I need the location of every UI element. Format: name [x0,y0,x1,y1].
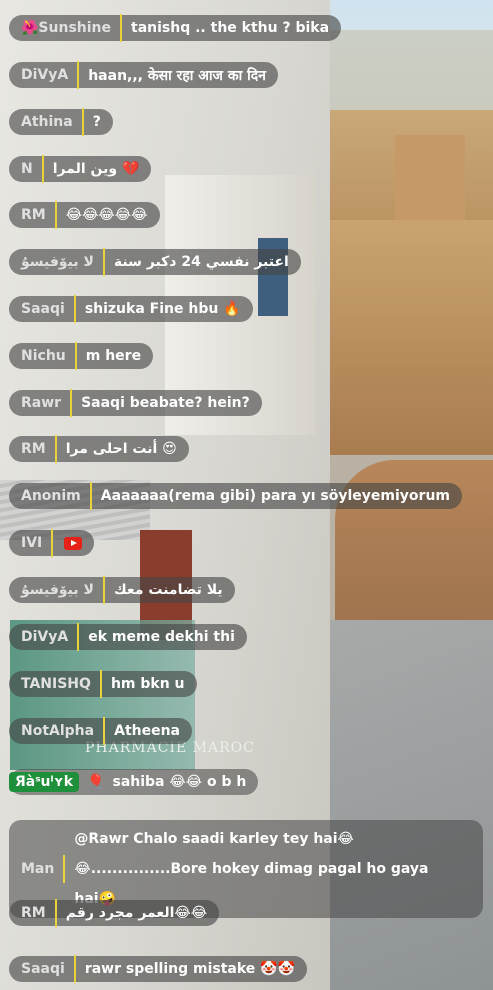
chat-text: sahiba 😂😂 o b h [112,774,247,790]
chat-text: ek meme dekhi thi [88,629,235,645]
separator [120,14,123,42]
chat-message[interactable]: RM 😂😂😂😂😂 [9,201,160,229]
chat-overlay: 🌺Sunshine tanishq .. the kthu ? bika DiV… [0,0,493,990]
chat-username[interactable]: TANISHQ [21,676,100,692]
separator [73,295,76,323]
chat-message[interactable]: DiVyA haan,,, केसा रहा आज का दिन [9,61,278,89]
chat-username[interactable]: ﻻ ﺑﻴﯙﻓﻴﺴﯘ [21,582,103,598]
separator [70,389,73,417]
chat-text: shizuka Fine hbu 🔥 [84,301,241,317]
separator [99,670,102,698]
chat-message[interactable]: ﻻ ﺑﻴﯙﻓﻴﺴﯘ اعتبر نفسي 24 دكبر سنة [9,248,301,276]
chat-username[interactable]: ΙVΙ [21,535,51,551]
separator [77,61,80,89]
chat-username[interactable]: 🌺Sunshine [21,20,120,36]
chat-message[interactable]: Rawr Saaqi beabate? hein? [9,389,262,417]
separator [102,248,105,276]
chat-username[interactable]: Athina [21,114,82,130]
separator [51,529,54,557]
chat-message[interactable]: Nichu m here [9,342,154,370]
chat-username[interactable]: ﻻ ﺑﻴﯙﻓﻴﺴﯘ [21,254,103,270]
chat-username[interactable]: DiVyA [21,629,77,645]
separator [63,855,66,883]
separator [103,717,106,745]
chat-username[interactable]: Яàˢuˡʏk [9,772,80,792]
separator [54,201,57,229]
chat-text: Saaqi beabate? hein? [81,395,250,411]
chat-text: m here [85,348,142,364]
separator [41,155,44,183]
youtube-icon [64,536,83,550]
chat-message[interactable]: TANISHQ hm bkn u [9,670,197,698]
chat-username[interactable]: RM [21,905,55,921]
chat-username[interactable]: Nichu [21,348,75,364]
chat-message[interactable]: N وين المرا 💔 [9,155,152,183]
chat-message[interactable]: Яàˢuˡʏk 🎈 sahiba 😂😂 o b h [9,769,259,795]
chat-username[interactable]: Man [21,861,63,877]
separator [77,623,80,651]
chat-text: 😂😂😂😂😂 [65,207,148,223]
chat-username[interactable]: NotAlpha [21,723,103,739]
chat-text: Atheena [114,723,181,739]
chat-message[interactable]: NotAlpha Atheena [9,717,193,745]
separator [73,955,76,983]
chat-username[interactable]: Rawr [21,395,70,411]
chat-username[interactable]: DiVyA [21,67,77,83]
chat-message[interactable]: Saaqi rawr spelling mistake 🤡🤡 [9,955,308,983]
chat-username[interactable]: Saaqi [21,961,74,977]
chat-message[interactable]: ﻻ ﺑﻴﯙﻓﻴﺴﯘ يلا تضامنت معك [9,576,235,604]
chat-message[interactable]: 🌺Sunshine tanishq .. the kthu ? bika [9,14,342,42]
chat-text: hm bkn u [110,676,185,692]
chat-username[interactable]: Saaqi [21,301,74,317]
chat-message[interactable]: RM أنت احلى مرا 😍 [9,435,189,463]
chat-message[interactable]: Anonim Aaaaaaa(rema gibi) para yı söyley… [9,482,462,510]
chat-text: يلا تضامنت معك [113,582,223,598]
chat-text: Aaaaaaa(rema gibi) para yı söyleyemiyoru… [100,488,450,504]
chat-text: وين المرا 💔 [52,161,140,177]
chat-username[interactable]: RM [21,207,55,223]
chat-message[interactable]: DiVyA ek meme dekhi thi [9,623,247,651]
separator [54,435,57,463]
chat-text: haan,,, केसा रहा आज का दिन [88,67,266,84]
separator [54,899,57,927]
chat-username[interactable]: N [21,161,42,177]
chat-username[interactable]: RM [21,441,55,457]
separator [89,482,92,510]
chat-text: العمر مجرد رقم😂😂 [65,905,208,921]
separator [74,342,77,370]
badge-icon: 🎈 [87,774,105,790]
chat-username[interactable]: Anonim [21,488,90,504]
chat-text: اعتبر نفسي 24 دكبر سنة [113,254,289,270]
separator [81,108,84,136]
chat-message[interactable]: Athina ? [9,108,113,136]
chat-message[interactable]: RM العمر مجرد رقم😂😂 [9,899,220,927]
chat-text: rawr spelling mistake 🤡🤡 [84,961,296,977]
separator [102,576,105,604]
chat-text: tanishq .. the kthu ? bika [131,20,330,36]
chat-message[interactable]: Saaqi shizuka Fine hbu 🔥 [9,295,253,323]
chat-message[interactable]: ΙVΙ [9,529,95,557]
chat-text: أنت احلى مرا 😍 [65,441,177,457]
chat-text: ? [92,114,101,130]
